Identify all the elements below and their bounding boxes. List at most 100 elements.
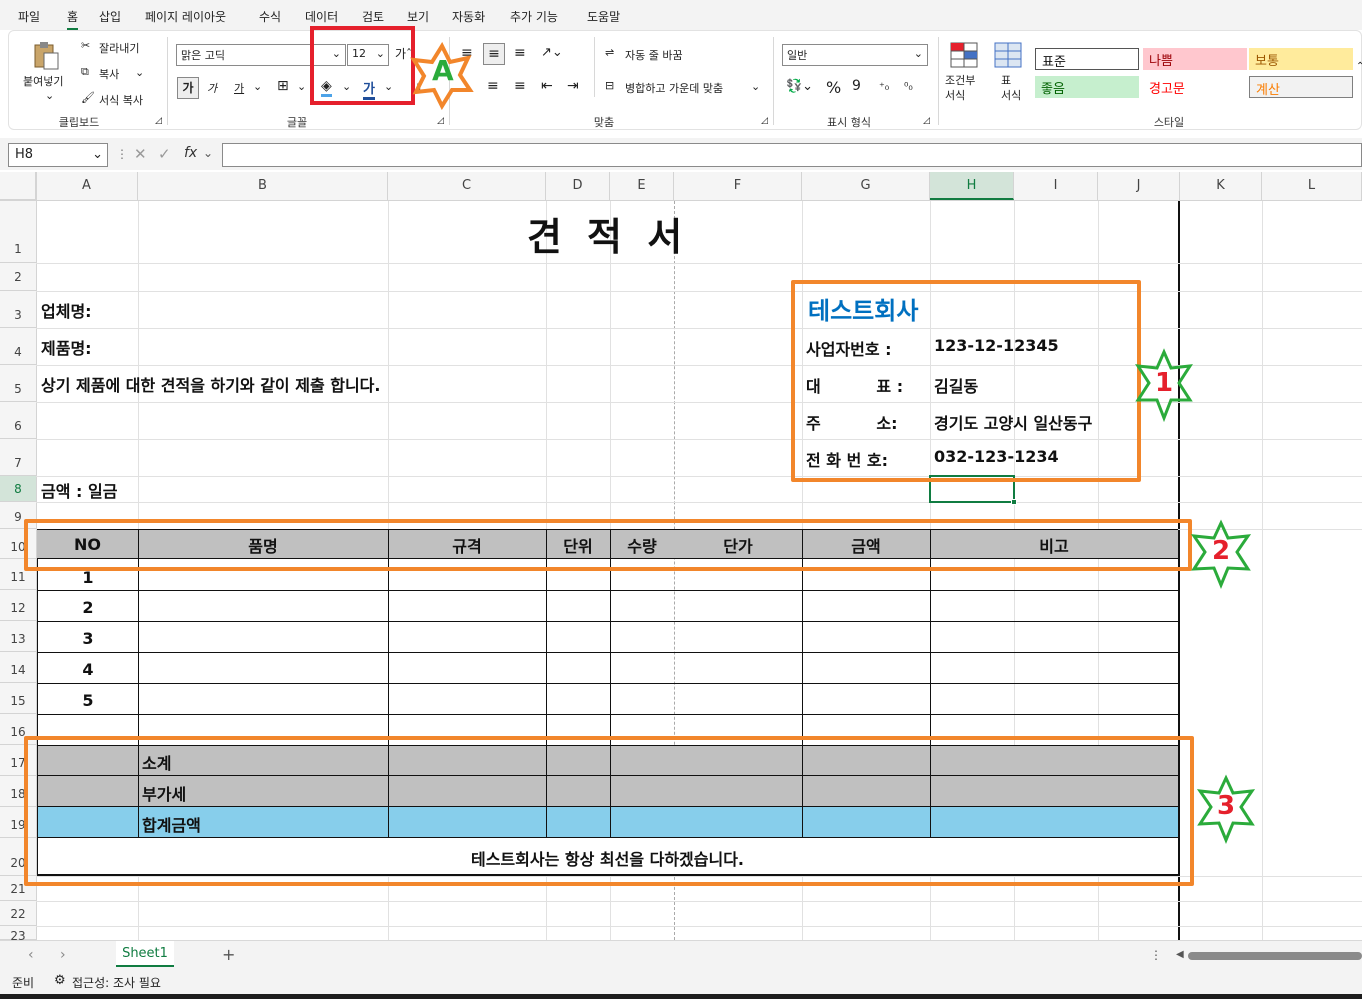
wrap-text-button[interactable]: 자동 줄 바꿈 [625,47,683,63]
chevron-down-icon[interactable]: ⌄ [253,80,262,93]
increase-decimal-icon[interactable]: ⁺₀ [879,80,889,93]
table-format-button[interactable]: 표 서식 [1001,73,1021,103]
row-number-3[interactable]: 3 [38,629,138,648]
row-header[interactable]: 7 [0,439,36,476]
hscroll-left-icon[interactable]: ◀ [1176,949,1184,960]
col-header-h[interactable]: H [930,172,1014,200]
page-title[interactable]: 견 적 서 [37,206,1178,261]
merge-icon[interactable]: ⊟ [605,79,614,92]
alignment-launcher-icon[interactable]: ◿ [761,116,768,126]
insert-function-button[interactable]: fx [184,145,197,161]
col-header-j[interactable]: J [1098,172,1180,200]
more-icon[interactable]: ⋮ [116,147,128,161]
accessibility-status[interactable]: 접근성: 조사 필요 [72,974,161,991]
align-center-icon[interactable]: ≡ [487,78,499,94]
row-header[interactable]: 3 [0,291,36,328]
menu-page-layout[interactable]: 페이지 레이아웃 [145,8,226,25]
number-launcher-icon[interactable]: ◿ [923,116,930,126]
cut-icon[interactable]: ✂ [81,39,90,52]
menu-automate[interactable]: 자동화 [452,8,485,25]
chevron-down-icon[interactable]: ⌄ [751,80,760,93]
clipboard-launcher-icon[interactable]: ◿ [155,116,162,126]
tab-sheet1[interactable]: Sheet1 [116,941,174,967]
notice-text[interactable]: 상기 제품에 대한 견적을 하기와 같이 제출 합니다. [41,372,380,396]
enter-icon[interactable]: ✓ [158,145,171,163]
row-header[interactable]: 15 [0,683,36,714]
decrease-indent-icon[interactable]: ⇤ [541,78,553,94]
align-bottom-icon[interactable]: ≡ [514,45,526,61]
company-label[interactable]: 업체명: [41,298,92,322]
align-right-icon[interactable]: ≡ [514,78,526,94]
horizontal-scrollbar[interactable] [1188,952,1362,960]
paste-button[interactable]: 붙여넣기 [23,73,63,89]
col-header-c[interactable]: C [388,172,546,200]
underline-button[interactable]: 가 [234,80,244,96]
amount-label[interactable]: 금액 : 일금 [41,478,117,502]
currency-icon[interactable]: 💱⌄ [786,79,813,94]
menu-help[interactable]: 도움말 [587,8,620,25]
col-header-d[interactable]: D [546,172,610,200]
comma-icon[interactable]: 9 [852,78,861,94]
row-number-2[interactable]: 2 [38,598,138,617]
increase-indent-icon[interactable]: ⇥ [567,78,579,94]
row-header[interactable]: 8 [0,476,36,502]
add-sheet-button[interactable]: + [222,945,235,964]
conditional-format-button[interactable]: 조건부 서식 [945,73,975,103]
copy-button[interactable]: 복사 [99,66,119,82]
product-label[interactable]: 제품명: [41,335,92,359]
col-header-e[interactable]: E [610,172,674,200]
col-header-l[interactable]: L [1262,172,1362,200]
copy-icon[interactable]: ⧉ [81,65,89,79]
style-calculation[interactable]: 계산 [1249,76,1353,98]
col-header-g[interactable]: G [802,172,930,200]
paste-icon[interactable] [31,41,61,71]
style-normal[interactable]: 표준 [1035,48,1139,70]
cancel-icon[interactable]: ✕ [134,145,147,163]
row-number-5[interactable]: 5 [38,691,138,710]
row-header[interactable]: 4 [0,328,36,365]
row-header[interactable]: 22 [0,901,36,926]
percent-icon[interactable]: % [826,78,841,97]
row-header[interactable]: 1 [0,201,36,263]
wrap-text-icon[interactable]: ⇌ [605,46,614,59]
row-header[interactable]: 2 [0,263,36,291]
more-icon[interactable]: ⋮ [1150,948,1162,962]
table-format-icon[interactable] [993,41,1023,69]
style-warning[interactable]: 경고문 [1143,76,1247,98]
format-painter-icon[interactable]: 🖌 [81,91,95,104]
menu-file[interactable]: 파일 [18,8,40,25]
row-header[interactable]: 6 [0,402,36,439]
styles-more-icon[interactable]: ⌃⌄ [1356,61,1362,72]
align-middle-icon[interactable]: ≡ [483,43,505,65]
scroll-right-icon[interactable]: › [60,947,66,963]
decrease-decimal-icon[interactable]: ⁰₀ [904,80,913,93]
copy-dropdown-icon[interactable]: ⌄ [135,66,144,79]
chevron-down-icon[interactable]: ⌄ [297,80,306,93]
menu-view[interactable]: 보기 [407,8,429,25]
bold-button[interactable]: 가 [177,77,199,99]
formula-input[interactable] [222,143,1362,167]
style-neutral[interactable]: 보통 [1249,48,1353,70]
orientation-icon[interactable]: ↗⌄ [541,45,563,60]
name-box[interactable]: H8 ⌄ [8,143,108,167]
chevron-down-icon[interactable]: ⌄ [203,146,213,160]
col-header-k[interactable]: K [1180,172,1262,200]
select-all-corner[interactable] [0,172,36,200]
menu-review[interactable]: 검토 [362,8,384,25]
col-header-b[interactable]: B [138,172,388,200]
paste-dropdown-icon[interactable]: ⌄ [45,89,54,102]
italic-button[interactable]: 가 [207,80,217,96]
accessibility-icon[interactable]: ⚙ [54,973,66,988]
style-good[interactable]: 좋음 [1035,76,1139,98]
fill-handle[interactable] [1011,499,1017,505]
col-header-i[interactable]: I [1014,172,1098,200]
row-header[interactable]: 12 [0,590,36,621]
col-header-a[interactable]: A [36,172,138,200]
font-launcher-icon[interactable]: ◿ [437,116,444,126]
cut-button[interactable]: 잘라내기 [99,40,139,56]
style-bad[interactable]: 나쁨 [1143,48,1247,70]
menu-home[interactable]: 홈 [67,8,79,30]
format-painter-button[interactable]: 서식 복사 [99,92,143,108]
menu-data[interactable]: 데이터 [305,8,338,25]
row-header[interactable]: 5 [0,365,36,402]
